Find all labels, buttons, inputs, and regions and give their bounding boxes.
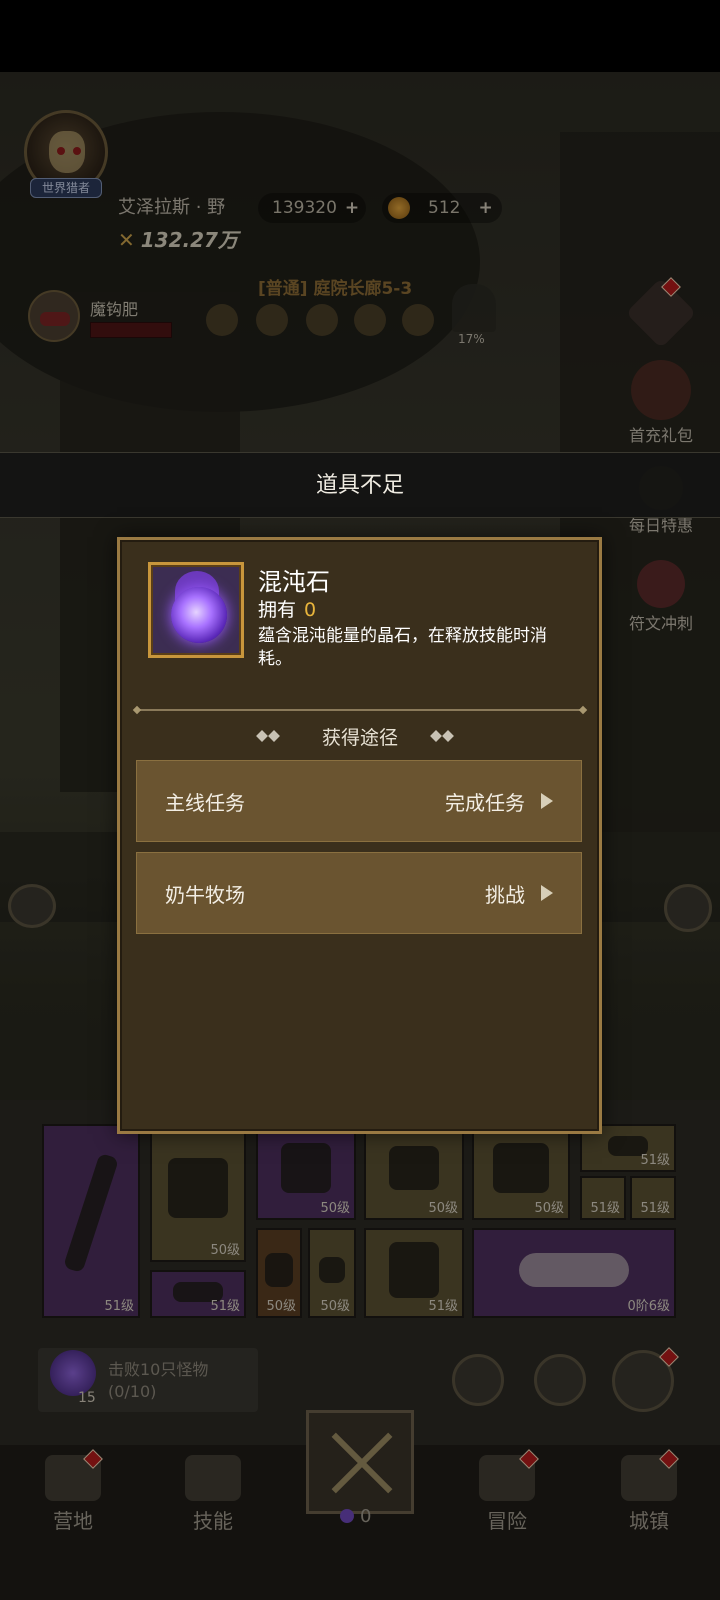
coin-icon — [388, 197, 410, 219]
add-coins-button[interactable]: + — [478, 198, 492, 218]
boss-name: 魔钩肥 — [90, 300, 139, 319]
item-icon-frame — [148, 562, 244, 658]
nav-adventure[interactable]: 冒险 — [452, 1455, 562, 1534]
helmet-slot[interactable]: 50级 — [150, 1124, 246, 1262]
amulet-slot[interactable]: 50级 — [308, 1228, 356, 1318]
rune-sprint-button[interactable]: 符文冲刺 — [618, 560, 704, 634]
item-name: 混沌石 — [258, 568, 330, 596]
status-bar — [0, 0, 720, 72]
nav-town[interactable]: 城镇 — [594, 1455, 704, 1534]
boss-gate-icon[interactable] — [452, 284, 496, 332]
nav-camp[interactable]: 营地 — [18, 1455, 128, 1534]
target-icon — [637, 560, 685, 608]
glove-slot[interactable]: 50级 — [364, 1124, 464, 1220]
first-recharge-button[interactable]: 首充礼包 — [618, 360, 704, 446]
event-button[interactable] — [618, 277, 704, 349]
ring-slot-1[interactable]: 51级 — [580, 1176, 626, 1220]
add-gems-button[interactable]: + — [345, 198, 359, 218]
swords-icon: ✕ — [118, 228, 135, 252]
gift-icon — [631, 360, 691, 420]
chevron-right-icon — [541, 793, 553, 809]
quest-text: 击败10只怪物 — [108, 1360, 209, 1379]
armor-slot[interactable]: 50级 — [472, 1124, 570, 1220]
boss-avatar — [28, 290, 80, 342]
item-owned: 拥有 0 — [258, 599, 317, 621]
quest-reward-count: 15 — [78, 1390, 96, 1406]
stage-progress-percent: 17% — [458, 332, 485, 346]
chaos-stone-icon — [340, 1509, 354, 1523]
nav-skills[interactable]: 技能 — [158, 1455, 268, 1534]
swords-icon[interactable] — [664, 884, 712, 932]
acquire-section-title: 获得途径 — [321, 727, 398, 749]
skill-book-icon — [185, 1455, 241, 1501]
insufficient-items-toast: 道具不足 — [0, 452, 720, 518]
stage-label: [普通] 庭院长廊5-3 — [258, 279, 413, 299]
route-main-quest[interactable]: 主线任务 完成任务 — [136, 760, 582, 842]
belt-slot[interactable]: 51级 — [150, 1270, 246, 1318]
wings-slot[interactable]: 0阶6级 — [472, 1228, 676, 1318]
gem-icon — [258, 202, 270, 214]
boots-slot[interactable]: 50级 — [256, 1228, 302, 1318]
battle-currency: 0 — [340, 1506, 371, 1527]
refresh-icon[interactable] — [452, 1354, 504, 1406]
shoulder-slot[interactable]: 50级 — [256, 1124, 356, 1220]
pants-slot[interactable]: 51级 — [364, 1228, 464, 1318]
divider — [136, 709, 584, 711]
chevron-right-icon — [541, 885, 553, 901]
route-cow-farm[interactable]: 奶牛牧场 挑战 — [136, 852, 582, 934]
chaos-stone-icon — [171, 587, 227, 643]
quest-progress: (0/10) — [108, 1382, 157, 1401]
chat-icon[interactable] — [8, 884, 56, 928]
rune-icon — [625, 277, 697, 349]
ring-slot-2[interactable]: 51级 — [630, 1176, 676, 1220]
ornament-right-icon — [430, 730, 464, 742]
item-description: 蕴含混沌能量的晶石，在释放技能时消耗。 — [258, 626, 547, 669]
combat-power: ✕ 132.27万 — [118, 228, 238, 252]
player-title-badge: 世界猎者 — [30, 178, 102, 198]
gem-counter[interactable]: 139320 + — [258, 193, 366, 223]
weapon-slot[interactable]: 51级 — [42, 1124, 140, 1318]
crown-icon[interactable] — [534, 1354, 586, 1406]
battle-button[interactable] — [306, 1410, 414, 1514]
coin-counter[interactable]: 512 + — [382, 193, 502, 223]
boss-hp-bar — [90, 322, 172, 338]
player-name: 艾泽拉斯 · 野 — [118, 197, 226, 218]
stage-progress-track — [206, 300, 442, 340]
